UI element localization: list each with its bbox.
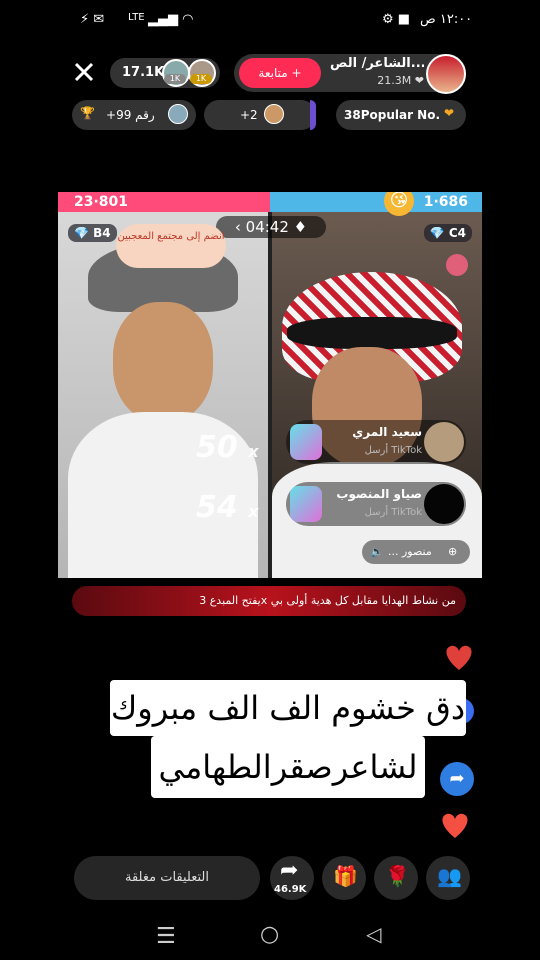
share-icon[interactable]: ➦ (440, 762, 474, 796)
recent-apps-button[interactable]: ☰ (156, 924, 176, 949)
ranking-pill[interactable]: 🏆 رقم 99+ (72, 100, 196, 130)
multiplier-2: 54 x (196, 490, 259, 525)
comments-closed-field[interactable]: التعليقات مغلقة (74, 856, 260, 900)
heart-icon (442, 813, 468, 838)
multiplier-1: 50 x (196, 430, 259, 465)
badge-right: 💎 C4 (423, 224, 472, 242)
close-icon (74, 62, 94, 82)
viewer-badge: 1K (164, 74, 186, 84)
close-button[interactable] (70, 58, 98, 86)
gift-box-icon[interactable] (446, 254, 468, 276)
caption-line-2: لشاعرصقرالطهامي (151, 736, 425, 798)
badge-left: 💎 B4 (68, 224, 117, 242)
tiktok-gift-icon (290, 424, 322, 460)
settings-icon: ⚙ ■ (382, 12, 411, 27)
charging-icon: ⚡ ✉ (80, 12, 105, 27)
gift-button[interactable]: 🎁 (322, 856, 366, 900)
multi-guest-button[interactable]: 👥 (426, 856, 470, 900)
clock: ١٢:٠٠ ص (420, 12, 473, 27)
system-nav-bar: ☰ ○ ◁ (0, 916, 540, 960)
popular-label: 38Popular No. (344, 108, 441, 122)
pill-accent (310, 100, 316, 130)
rose-button[interactable]: 🌹 (374, 856, 418, 900)
right-igal (287, 317, 457, 349)
battle-score-bar: 23·801 1·686 (58, 192, 482, 212)
tiktok-gift-icon (290, 486, 322, 522)
host-info-pill[interactable]: متابعة + الشاعر/ الص... 21.3M ❤ (234, 54, 466, 94)
promo-banner[interactable]: يفتح المبدع 3x من نشاط الهدايا مقابل كل … (72, 586, 466, 616)
network-indicator: LTE (128, 12, 145, 23)
host-avatar[interactable] (426, 54, 466, 94)
status-bar: ⚡ ✉ LTE ▂▄▆ ◠ ⚙ ■ ١٢:٠٠ ص (0, 0, 540, 40)
gift-sender-avatar (424, 422, 464, 462)
trophy-icon: 🏆 (80, 106, 95, 120)
rose-icon: 🌹 (385, 864, 410, 888)
left-face (113, 302, 213, 422)
ranking-avatar (168, 104, 188, 124)
home-button[interactable]: ○ (260, 922, 279, 947)
heart-icon (446, 645, 472, 670)
plus-icon: ⊕ (448, 545, 458, 558)
fan-club-cloud[interactable]: انضم إلى مجتمع المعجبين (116, 224, 226, 268)
viewer-count: 17.1K (122, 65, 165, 80)
live-battle-stage[interactable]: 23·801 1·686 😘 ‹ 04:42 ♦ 💎 B4 💎 C4 انضم … (58, 192, 482, 578)
viewer-badge: 1K (190, 74, 212, 84)
caption-line-1: دق خشوم الف الف مبروك (110, 680, 466, 736)
host-name: الشاعر/ الص... (330, 56, 424, 71)
speaker-icon: 🔈 (370, 545, 384, 558)
viewer-count-pill[interactable]: 17.1K 1K 1K (110, 58, 220, 88)
viewer-avatar[interactable] (264, 104, 284, 124)
share-arrow-icon: ➦ (280, 858, 299, 883)
signal-icon: ▂▄▆ ◠ (148, 12, 194, 27)
ranking-label: رقم 99+ (106, 108, 155, 122)
heart-icon: ❤ (444, 106, 455, 120)
gift-sender-avatar (424, 484, 464, 524)
popular-pill[interactable]: 38Popular No. ❤ (336, 100, 466, 130)
score-right: 1·686 (423, 194, 468, 210)
gift-notification: صياو المنصوب أرسل TikTok (286, 482, 466, 526)
gift-notification: سعيد المري أرسل TikTok (286, 420, 466, 464)
mute-pill[interactable]: 🔈 منصور ... ⊕ (362, 540, 470, 564)
follow-button[interactable]: متابعة + (239, 58, 321, 88)
gift-icon: 🎁 (333, 864, 358, 888)
share-button[interactable]: ➦ 46.9K (270, 856, 314, 900)
people-icon: 👥 (437, 864, 462, 888)
viewers-group-pill[interactable]: +2 (204, 100, 316, 130)
share-count: 46.9K (274, 884, 307, 895)
score-left: 23·801 (74, 194, 129, 210)
back-button[interactable]: ◁ (366, 922, 381, 946)
battle-timer: ‹ 04:42 ♦ (216, 216, 326, 238)
host-likes: 21.3M ❤ (377, 74, 424, 87)
extra-viewers: +2 (240, 108, 258, 122)
heart-icon: ❤ (414, 74, 424, 87)
